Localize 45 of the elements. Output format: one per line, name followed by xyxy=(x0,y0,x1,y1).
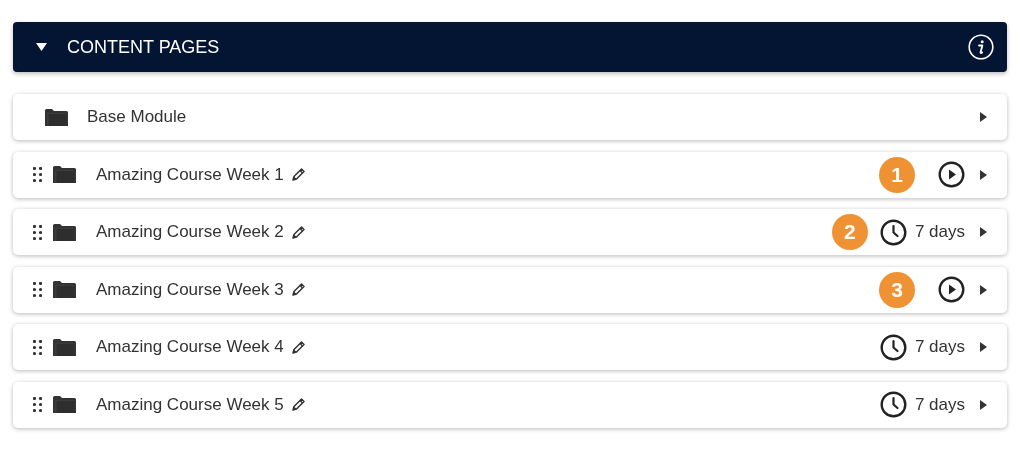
module-title: Amazing Course Week 5 xyxy=(96,394,284,415)
caret-right-icon[interactable] xyxy=(980,342,987,352)
pencil-icon[interactable] xyxy=(290,224,306,240)
folder-icon xyxy=(53,338,76,356)
module-title: Amazing Course Week 2 xyxy=(96,222,284,242)
module-title: Base Module xyxy=(87,107,187,127)
folder-icon xyxy=(53,281,76,298)
play-icon[interactable] xyxy=(938,276,965,303)
pencil-icon[interactable] xyxy=(290,282,306,297)
caret-right-icon[interactable] xyxy=(980,284,987,295)
duration-text: 7 days xyxy=(914,394,965,415)
drag-handle-icon[interactable] xyxy=(33,397,42,412)
step-number: 2 xyxy=(831,214,868,250)
section-title: CONTENT PAGES xyxy=(67,36,221,58)
drag-handle-icon[interactable] xyxy=(33,339,42,355)
drag-handle-icon[interactable] xyxy=(33,224,42,240)
module-row[interactable]: Amazing Course Week 5 7 days xyxy=(13,381,1007,428)
folder-icon xyxy=(53,396,76,413)
caret-right-icon[interactable] xyxy=(980,112,987,122)
folder-icon xyxy=(53,223,76,241)
module-row[interactable]: Base Module xyxy=(13,94,1007,140)
module-row[interactable]: Amazing Course Week 3 3 xyxy=(13,266,1007,313)
duration-text: 7 days xyxy=(914,337,965,357)
pencil-icon[interactable] xyxy=(290,397,306,412)
module-title: Amazing Course Week 4 xyxy=(96,337,284,357)
module-row[interactable]: Amazing Course Week 4 7 days xyxy=(13,324,1007,370)
module-title: Amazing Course Week 1 xyxy=(96,164,284,185)
step-number: 1 xyxy=(879,156,915,193)
step-number: 3 xyxy=(879,271,915,308)
pencil-icon[interactable] xyxy=(290,167,306,182)
pencil-icon[interactable] xyxy=(290,339,306,355)
caret-down-icon[interactable] xyxy=(36,43,47,51)
module-row[interactable]: Amazing Course Week 1 1 xyxy=(13,151,1007,198)
caret-right-icon[interactable] xyxy=(980,169,987,180)
play-icon[interactable] xyxy=(938,161,965,188)
folder-icon xyxy=(45,108,68,126)
module-row[interactable]: Amazing Course Week 2 2 7 days xyxy=(13,209,1007,255)
folder-icon xyxy=(53,166,76,183)
caret-right-icon[interactable] xyxy=(980,227,987,237)
module-title: Amazing Course Week 3 xyxy=(96,279,284,300)
duration-text: 7 days xyxy=(914,222,965,242)
drag-handle-icon[interactable] xyxy=(33,282,42,297)
caret-right-icon[interactable] xyxy=(980,399,987,410)
info-icon[interactable] xyxy=(968,34,994,60)
drag-handle-icon[interactable] xyxy=(33,167,42,182)
